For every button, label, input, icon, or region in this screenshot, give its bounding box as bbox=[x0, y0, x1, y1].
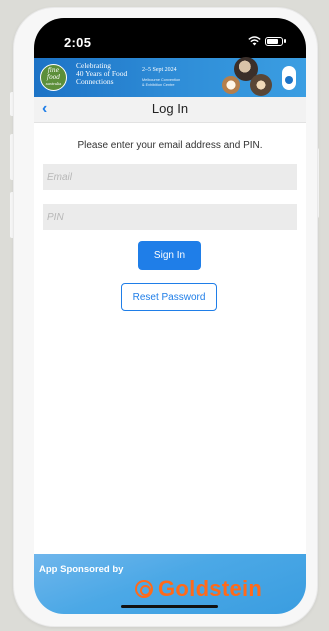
notch bbox=[94, 18, 246, 46]
status-time: 2:05 bbox=[64, 35, 92, 50]
battery-tip bbox=[284, 39, 286, 43]
pin-field[interactable] bbox=[43, 204, 297, 230]
logo-line1: fine food bbox=[46, 67, 61, 81]
logo-line2: australia bbox=[45, 82, 62, 86]
email-field[interactable] bbox=[43, 164, 297, 190]
sign-in-button[interactable]: Sign In bbox=[138, 241, 201, 270]
banner-photo-dish bbox=[222, 76, 240, 94]
event-banner[interactable]: fine food australia Celebrating 40 Years… bbox=[34, 57, 306, 97]
battery-icon bbox=[265, 36, 283, 46]
home-indicator[interactable] bbox=[121, 605, 218, 608]
reset-password-button[interactable]: Reset Password bbox=[121, 283, 217, 311]
banner-photo-dessert bbox=[250, 74, 272, 96]
venue-line1: Melbourne Convention bbox=[142, 78, 181, 82]
event-badge-icon bbox=[282, 66, 296, 90]
app-screen: 2:05 fine food australia Celebrating 40 … bbox=[34, 18, 306, 614]
banner-date: 2–5 Sept 2024 bbox=[142, 67, 177, 73]
status-bar: 2:05 bbox=[34, 18, 306, 58]
nav-bar: ‹ Log In bbox=[34, 97, 306, 123]
headline-line3: Connections bbox=[76, 77, 114, 86]
banner-headline: Celebrating 40 Years of Food Connections bbox=[76, 62, 127, 86]
status-icons bbox=[248, 36, 286, 46]
venue-line2: & Exhibition Centre bbox=[142, 82, 175, 87]
login-prompt: Please enter your email address and PIN. bbox=[77, 140, 263, 151]
sponsor-name: Goldstein bbox=[158, 576, 263, 601]
wifi-icon bbox=[248, 36, 261, 46]
banner-venue: Melbourne Convention & Exhibition Centre bbox=[142, 78, 180, 87]
page-title: Log In bbox=[151, 101, 189, 116]
sponsor-label: App Sponsored by bbox=[39, 564, 124, 575]
goldstein-logo-icon bbox=[135, 580, 153, 598]
fine-food-logo: fine food australia bbox=[40, 64, 67, 91]
